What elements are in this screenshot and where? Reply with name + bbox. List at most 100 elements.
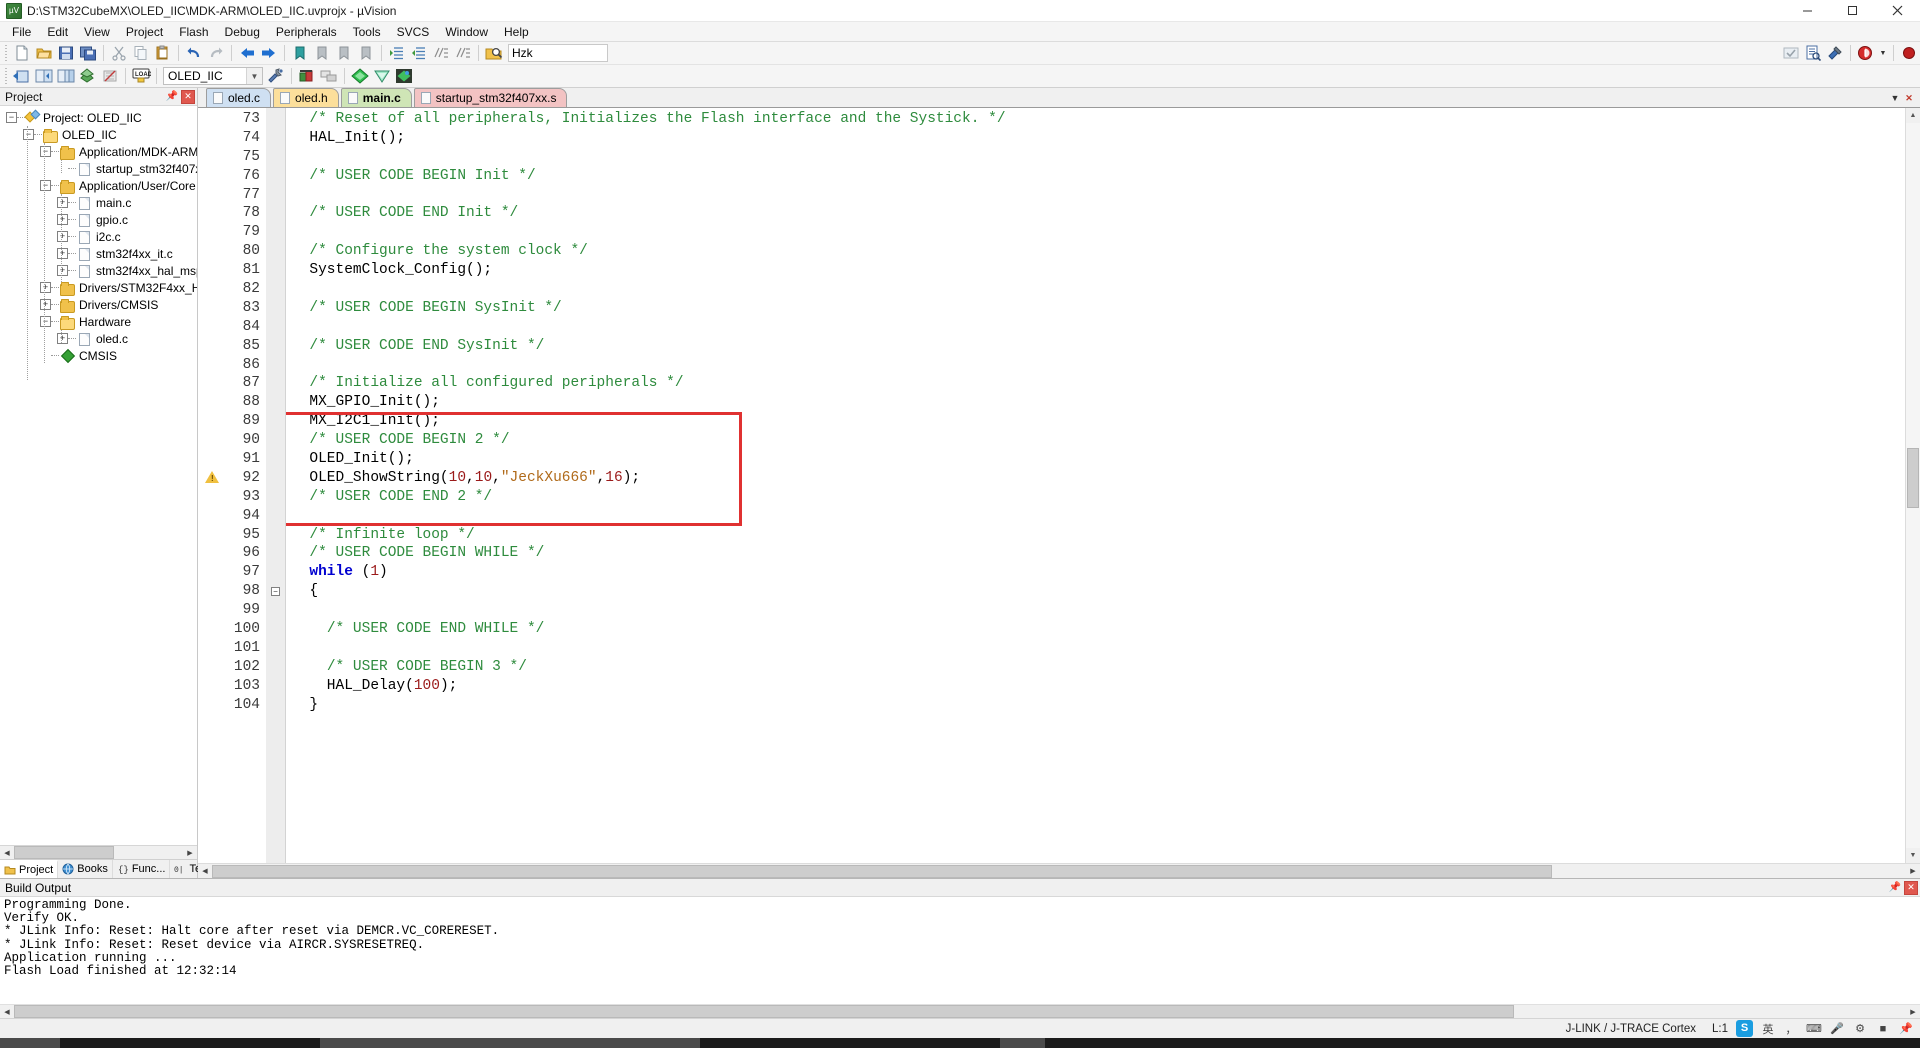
ime-language-icon[interactable]: 英 — [1760, 1021, 1776, 1037]
menu-svcs[interactable]: SVCS — [389, 23, 438, 41]
navigate-forward-icon[interactable] — [258, 43, 280, 64]
scroll-thumb[interactable] — [14, 846, 114, 859]
tab-close-icon[interactable]: ✕ — [1902, 91, 1916, 105]
chevron-down-icon[interactable]: ▼ — [246, 68, 262, 84]
maximize-button[interactable] — [1830, 0, 1875, 22]
scroll-thumb[interactable] — [14, 1005, 1514, 1018]
debug-config-icon[interactable] — [1824, 43, 1846, 64]
code-line[interactable]: } — [286, 696, 1905, 715]
tree-item-cmsis-component[interactable]: CMSIS — [0, 347, 197, 364]
code-folding-gutter[interactable]: − — [266, 108, 286, 863]
paste-icon[interactable] — [152, 43, 174, 64]
tree-item-group-mdkarm[interactable]: − Application/MDK-ARM — [0, 143, 197, 160]
scroll-right-icon[interactable]: ▶ — [1906, 1005, 1920, 1018]
scroll-thumb[interactable] — [212, 865, 1552, 878]
tree-item-file-oled[interactable]: + oled.c — [0, 330, 197, 347]
tree-item-group-hardware[interactable]: − Hardware — [0, 313, 197, 330]
code-line[interactable]: /* USER CODE END 2 */ — [286, 488, 1905, 507]
debug-session-dropdown-icon[interactable]: ▼ — [1877, 43, 1889, 63]
rebuild-icon[interactable] — [55, 66, 77, 87]
batch-build-icon[interactable] — [77, 66, 99, 87]
scroll-up-icon[interactable]: ▲ — [1906, 108, 1920, 123]
code-line[interactable] — [286, 507, 1905, 526]
tree-expander[interactable]: + — [40, 282, 51, 293]
tree-expander[interactable]: + — [57, 231, 68, 242]
tools-icon[interactable]: ⚙ — [1852, 1021, 1868, 1037]
tree-item-file-halmsp[interactable]: + stm32f4xx_hal_msp.c — [0, 262, 197, 279]
ime-punctuation-icon[interactable]: ， — [1783, 1021, 1799, 1037]
tab-books[interactable]: Books — [58, 860, 113, 878]
menu-tools[interactable]: Tools — [345, 23, 389, 41]
tree-expander[interactable]: − — [40, 316, 51, 327]
code-line[interactable]: HAL_Delay(100); — [286, 677, 1905, 696]
close-icon[interactable]: ✕ — [181, 90, 195, 104]
code-line[interactable]: MX_I2C1_Init(); — [286, 412, 1905, 431]
code-line[interactable]: /* Infinite loop */ — [286, 526, 1905, 545]
save-all-icon[interactable] — [77, 43, 99, 64]
save-icon[interactable] — [55, 43, 77, 64]
taskbar-segment[interactable] — [320, 1038, 700, 1048]
tree-item-project[interactable]: − Project: OLED_IIC — [0, 109, 197, 126]
debug-session-icon[interactable] — [1855, 43, 1877, 64]
code-line[interactable]: /* USER CODE BEGIN 2 */ — [286, 431, 1905, 450]
scroll-track[interactable] — [1906, 123, 1920, 848]
code-line[interactable]: OLED_Init(); — [286, 450, 1905, 469]
stop-build-icon[interactable] — [99, 66, 121, 87]
minimize-button[interactable] — [1785, 0, 1830, 22]
pin-icon[interactable]: 📌 — [1888, 881, 1902, 895]
tree-item-group-haldriver[interactable]: + Drivers/STM32F4xx_HAL_Driv — [0, 279, 197, 296]
download-icon[interactable]: LOAD — [130, 66, 152, 87]
manage-project-items-icon[interactable] — [296, 66, 318, 87]
multi-project-icon[interactable] — [318, 66, 340, 87]
tab-functions[interactable]: {} Func... — [113, 860, 171, 878]
editor-hscrollbar[interactable]: ◀ ▶ — [198, 863, 1920, 878]
scroll-right-icon[interactable]: ▶ — [183, 846, 197, 859]
redo-icon[interactable] — [205, 43, 227, 64]
bookmark-toggle-icon[interactable] — [289, 43, 311, 64]
keyboard-icon[interactable]: ⌨ — [1806, 1021, 1822, 1037]
tree-item-file-it[interactable]: + stm32f4xx_it.c — [0, 245, 197, 262]
sogou-logo-icon[interactable]: S — [1736, 1020, 1753, 1037]
scroll-right-icon[interactable]: ▶ — [1906, 865, 1920, 878]
scroll-left-icon[interactable]: ◀ — [0, 1005, 14, 1018]
menu-flash[interactable]: Flash — [171, 23, 216, 41]
code-line[interactable] — [286, 280, 1905, 299]
bookmark-clear-icon[interactable] — [355, 43, 377, 64]
search-input[interactable] — [508, 44, 608, 62]
tree-expander[interactable]: + — [57, 333, 68, 344]
build-output-text[interactable]: Programming Done.Verify OK.* JLink Info:… — [0, 897, 1920, 1004]
tree-expander[interactable]: − — [23, 129, 34, 140]
menu-window[interactable]: Window — [437, 23, 496, 41]
menu-file[interactable]: File — [4, 23, 39, 41]
code-line[interactable]: /* USER CODE END WHILE */ — [286, 620, 1905, 639]
bookmark-next-icon[interactable] — [333, 43, 355, 64]
code-line[interactable]: /* Configure the system clock */ — [286, 242, 1905, 261]
editor-marker-gutter[interactable]: ! — [198, 108, 220, 863]
manage-runtime-icon[interactable] — [371, 66, 393, 87]
code-line[interactable]: { — [286, 582, 1905, 601]
tree-item-target[interactable]: − OLED_IIC — [0, 126, 197, 143]
tab-project[interactable]: Project — [0, 860, 58, 878]
tab-list-icon[interactable]: ▼ — [1888, 91, 1902, 105]
code-line[interactable] — [286, 356, 1905, 375]
scroll-track[interactable] — [14, 846, 183, 859]
code-line[interactable] — [286, 601, 1905, 620]
tree-expander[interactable]: − — [40, 180, 51, 191]
code-line[interactable] — [286, 318, 1905, 337]
menu-peripherals[interactable]: Peripherals — [268, 23, 345, 41]
scroll-thumb[interactable] — [1907, 448, 1919, 508]
cut-icon[interactable] — [108, 43, 130, 64]
pack-installer-icon[interactable] — [349, 66, 371, 87]
menu-debug[interactable]: Debug — [217, 23, 268, 41]
indent-increase-icon[interactable] — [386, 43, 408, 64]
record-icon[interactable] — [1898, 43, 1920, 64]
build-output-hscrollbar[interactable]: ◀ ▶ — [0, 1004, 1920, 1018]
editor-tab-main-c[interactable]: main.c — [341, 88, 412, 107]
tree-item-file-main[interactable]: + main.c — [0, 194, 197, 211]
tree-expander[interactable]: + — [57, 248, 68, 259]
editor-tab-startup-s[interactable]: startup_stm32f407xx.s — [414, 88, 568, 107]
tree-item-file-gpio[interactable]: + gpio.c — [0, 211, 197, 228]
code-line[interactable]: while (1) — [286, 563, 1905, 582]
toolbar-grip[interactable] — [3, 68, 9, 85]
code-content[interactable]: /* Reset of all peripherals, Initializes… — [286, 108, 1905, 863]
